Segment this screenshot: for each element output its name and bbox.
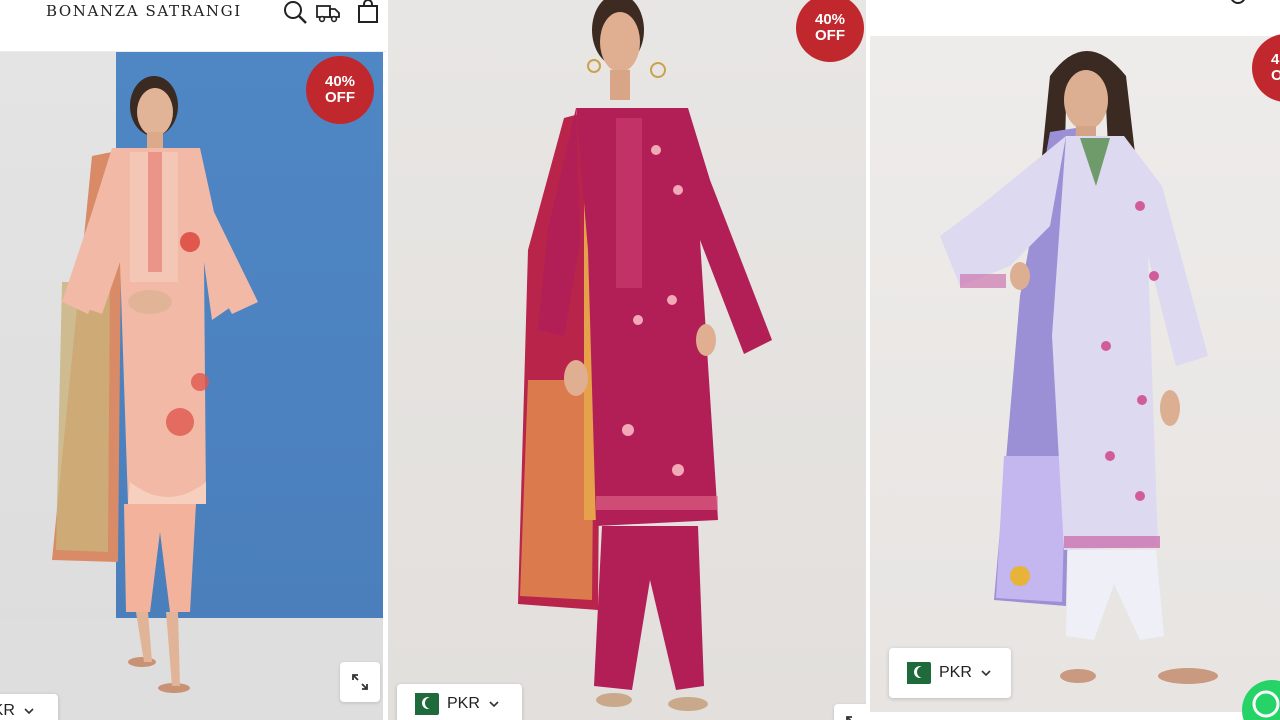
expand-image-button[interactable]	[834, 704, 866, 720]
model-figure-peach	[52, 76, 258, 693]
currency-selector[interactable]: PKR	[889, 648, 1011, 698]
chevron-down-icon	[24, 708, 34, 715]
discount-percent: 40%	[324, 73, 356, 90]
product-image-2[interactable]: 40% OFF	[388, 0, 866, 720]
site-header	[870, 0, 1280, 36]
chevron-down-icon	[489, 701, 499, 708]
discount-off-label: OFF	[815, 27, 845, 44]
chevron-down-icon	[981, 670, 991, 677]
model-figure-magenta	[518, 0, 772, 711]
brand-logo[interactable]: BONANZA SATRANGI	[46, 2, 242, 20]
pakistan-flag-icon	[407, 693, 439, 715]
product-panel-2: 40% OFF PKR	[388, 0, 866, 720]
product-image-1[interactable]: 40% OFF	[0, 52, 383, 720]
search-icon[interactable]	[1230, 0, 1252, 6]
currency-code: PKR	[939, 664, 972, 681]
discount-off-label: OFF	[1271, 67, 1280, 84]
product-panel-1: BONANZA SATRANGI 40% OFF R	[0, 0, 386, 720]
discount-percent: 40%	[1270, 51, 1280, 68]
shopping-bag-icon[interactable]	[356, 0, 382, 24]
site-header: BONANZA SATRANGI	[0, 0, 386, 52]
product-panel-3: 40% OFF PKR	[870, 0, 1280, 720]
model-figure-lilac	[940, 51, 1218, 684]
discount-off-label: OFF	[325, 89, 355, 106]
expand-icon	[846, 716, 852, 720]
discount-badge: 40% OFF	[306, 56, 374, 124]
collage: BONANZA SATRANGI 40% OFF R 40% OFF PKR 4…	[0, 0, 1280, 720]
currency-code: PKR	[0, 702, 15, 719]
search-icon[interactable]	[283, 0, 309, 24]
currency-selector[interactable]: PKR	[397, 684, 522, 720]
whatsapp-icon	[1252, 690, 1280, 718]
product-image-3[interactable]: 40% OFF	[870, 34, 1280, 712]
discount-percent: 40%	[814, 11, 846, 28]
currency-selector[interactable]: PKR	[0, 694, 58, 720]
expand-icon	[352, 674, 368, 690]
pakistan-flag-icon	[899, 662, 931, 684]
currency-code: PKR	[447, 695, 480, 712]
whatsapp-chat-button[interactable]	[1242, 680, 1280, 720]
delivery-truck-icon[interactable]	[315, 0, 341, 24]
expand-image-button[interactable]	[340, 662, 380, 702]
menu-icon[interactable]	[890, 0, 920, 4]
